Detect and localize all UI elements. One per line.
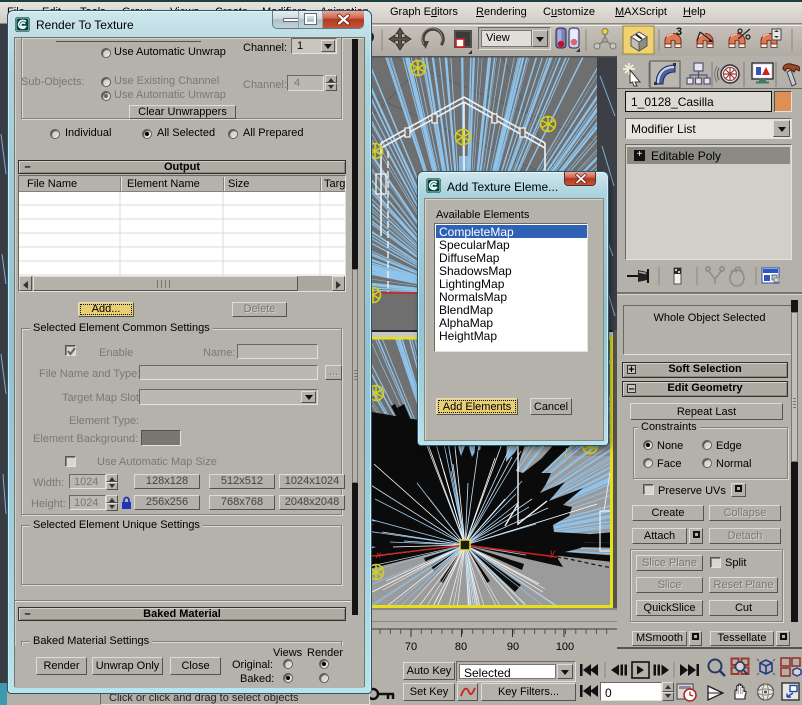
svg-text:90: 90 bbox=[507, 641, 519, 653]
svg-text:3: 3 bbox=[676, 26, 682, 38]
svg-text:70: 70 bbox=[405, 641, 417, 653]
svg-text:x: x bbox=[375, 550, 382, 561]
svg-text:80: 80 bbox=[455, 641, 467, 653]
svg-text:100: 100 bbox=[556, 641, 574, 653]
svg-text:y: y bbox=[549, 548, 556, 559]
